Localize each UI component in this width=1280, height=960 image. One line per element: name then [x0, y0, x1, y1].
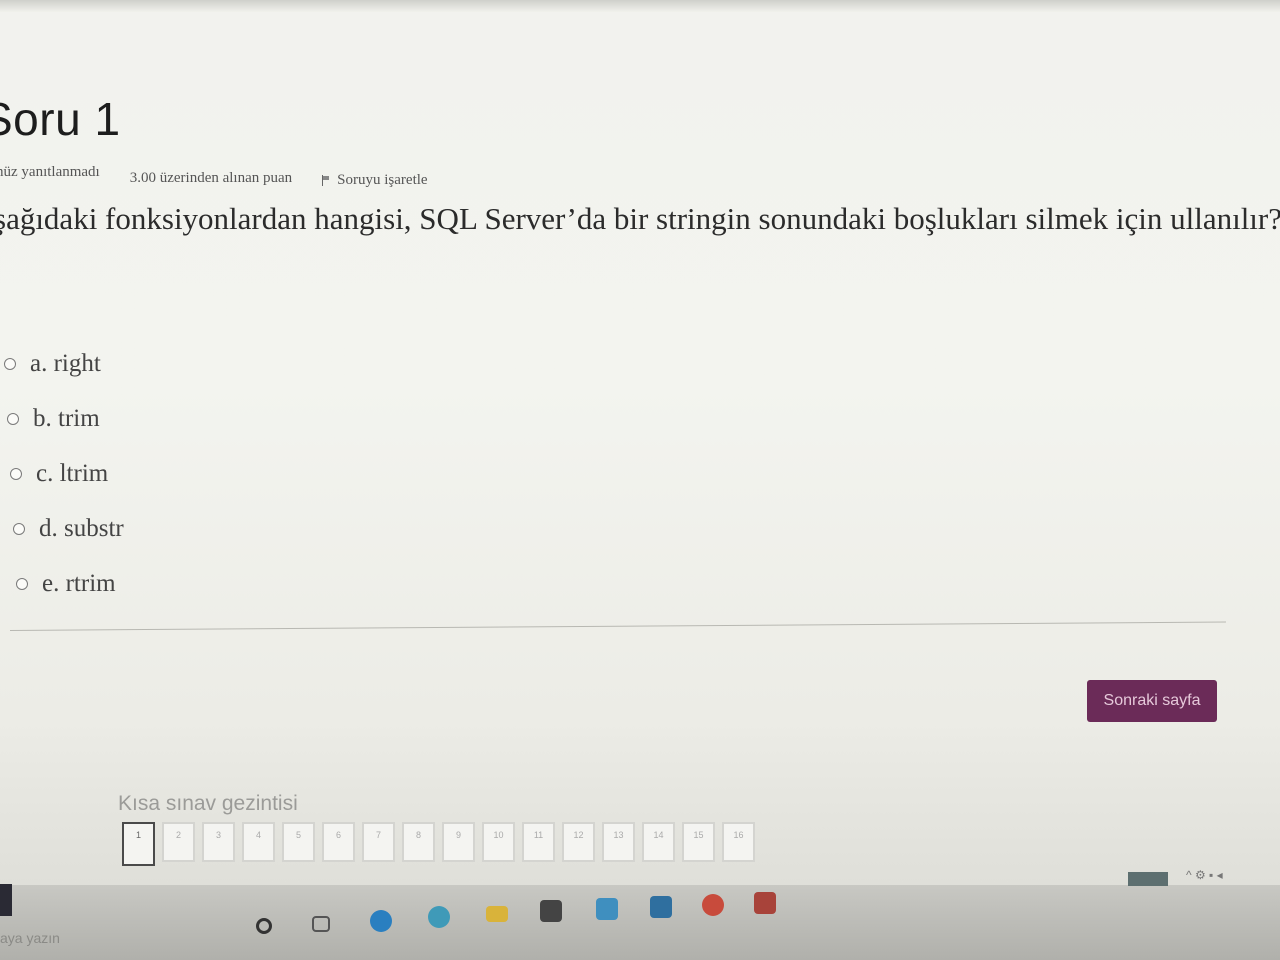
quiz-nav-button-13[interactable]: 13: [602, 822, 635, 862]
flag-icon: [322, 175, 331, 186]
edge-beta-icon[interactable]: [428, 906, 450, 928]
app-icon[interactable]: [596, 898, 618, 920]
flag-question-label: Soruyu işaretle: [337, 172, 428, 188]
quiz-nav-button-15[interactable]: 15: [682, 822, 715, 862]
answer-label: b. trim: [33, 404, 100, 432]
question-info: nüz yanıtlanmadı 3.00 üzerinden alınan p…: [0, 164, 428, 189]
radio-icon[interactable]: [10, 467, 22, 480]
divider: [9, 621, 1226, 631]
taskbar-search[interactable]: aya yazın: [0, 930, 60, 946]
quiz-navigation-title: Kısa sınav gezintisi: [118, 792, 298, 815]
answer-label: d. substr: [39, 514, 124, 542]
question-score: 3.00 üzerinden alınan puan: [129, 170, 293, 186]
answer-label: a. right: [30, 349, 101, 377]
store-icon[interactable]: [540, 900, 562, 922]
answer-option-b[interactable]: b. trim: [7, 391, 124, 446]
radio-icon[interactable]: [13, 522, 25, 535]
edge-icon[interactable]: [370, 910, 392, 932]
answer-label: e. rtrim: [42, 569, 116, 597]
quiz-nav-button-12[interactable]: 12: [562, 822, 595, 862]
answer-list: a. right b. trim c. ltrim d. substr e. r…: [0, 336, 124, 611]
radio-icon[interactable]: [4, 357, 16, 370]
answer-option-d[interactable]: d. substr: [13, 501, 124, 556]
answer-option-e[interactable]: e. rtrim: [16, 556, 124, 611]
quiz-nav-button-5[interactable]: 5: [282, 822, 315, 862]
quiz-nav-button-11[interactable]: 11: [522, 822, 555, 862]
next-page-button[interactable]: Sonraki sayfa: [1087, 680, 1217, 722]
chrome-icon[interactable]: [702, 894, 724, 916]
quiz-navigation-grid: 1 2 3 4 5 6 7 8 9 10 11 12 13 14 15 16: [122, 822, 755, 866]
quiz-nav-button-9[interactable]: 9: [442, 822, 475, 862]
tray-icon[interactable]: [1128, 872, 1168, 886]
quiz-nav-button-3[interactable]: 3: [202, 822, 235, 862]
start-button[interactable]: [0, 884, 12, 916]
office-icon[interactable]: [754, 892, 776, 914]
radio-icon[interactable]: [16, 577, 28, 590]
answer-option-a[interactable]: a. right: [4, 336, 124, 391]
quiz-nav-button-8[interactable]: 8: [402, 822, 435, 862]
quiz-nav-button-14[interactable]: 14: [642, 822, 675, 862]
folder-icon[interactable]: [486, 906, 508, 922]
mail-icon[interactable]: [650, 896, 672, 918]
quiz-nav-button-16[interactable]: 16: [722, 822, 755, 862]
answer-option-c[interactable]: c. ltrim: [10, 446, 124, 501]
task-view-icon[interactable]: [312, 916, 330, 932]
quiz-nav-button-6[interactable]: 6: [322, 822, 355, 862]
system-tray-icons[interactable]: ^ ⚙ ▪ ◂: [1186, 868, 1223, 882]
screen-top-edge: [0, 0, 1280, 12]
quiz-nav-button-4[interactable]: 4: [242, 822, 275, 862]
quiz-nav-button-2[interactable]: 2: [162, 822, 195, 862]
radio-icon[interactable]: [7, 412, 19, 425]
question-status: nüz yanıtlanmadı: [0, 164, 100, 180]
flag-question-link[interactable]: Soruyu işaretle: [322, 172, 428, 189]
quiz-nav-button-10[interactable]: 10: [482, 822, 515, 862]
quiz-nav-button-1[interactable]: 1: [122, 822, 155, 866]
cortana-icon[interactable]: [256, 918, 272, 934]
quiz-nav-button-7[interactable]: 7: [362, 822, 395, 862]
question-title: Soru 1: [0, 93, 121, 145]
answer-label: c. ltrim: [36, 459, 109, 487]
windows-taskbar: [0, 885, 1280, 960]
question-text: şağıdaki fonksiyonlardan hangisi, SQL Se…: [0, 201, 1280, 236]
